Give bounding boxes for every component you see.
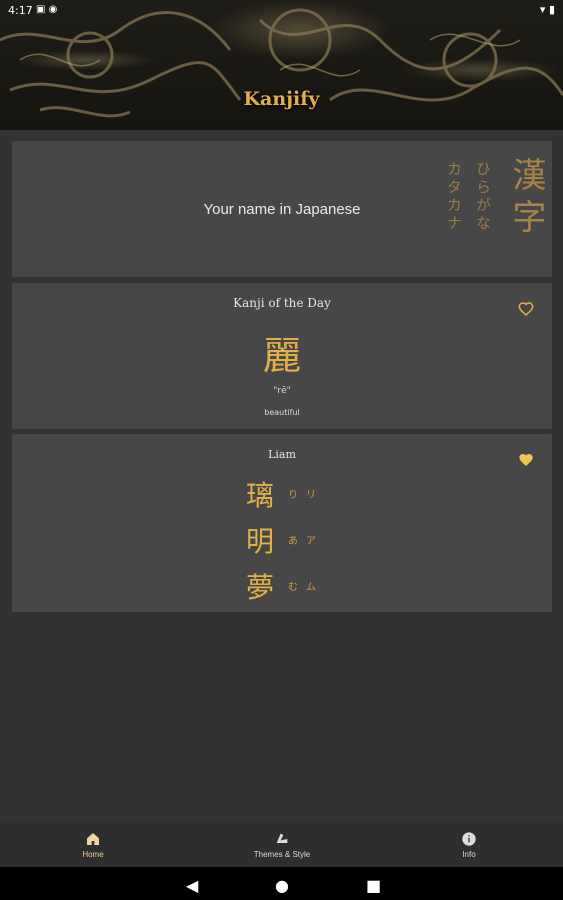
- name-in-japanese-label: Your name in Japanese: [203, 201, 361, 218]
- name-hiragana: あ: [288, 536, 298, 547]
- nav-home[interactable]: Home: [60, 822, 126, 867]
- nav-info[interactable]: Info: [446, 822, 492, 867]
- wifi-battery-icons: ▾ ▮: [539, 3, 555, 16]
- kanji-of-day-label: Kanji of the Day: [233, 296, 331, 310]
- name-kanji: 明: [246, 525, 275, 558]
- kanji-of-the-day-card[interactable]: Kanji of the Day 麗 "rē" beautiful: [12, 283, 552, 429]
- nav-info-label: Info: [462, 850, 476, 859]
- nav-themes[interactable]: Themes & Style: [240, 822, 324, 867]
- name-hiragana: む: [288, 582, 298, 593]
- status-bar: 4:17 ▣ ◉ ▾ ▮: [0, 0, 563, 22]
- name-in-japanese-card[interactable]: Your name in Japanese 漢字 ひらがな カタカナ: [12, 141, 552, 277]
- name-kanji-row: 明 あ ア: [246, 520, 366, 560]
- status-time: 4:17: [8, 4, 33, 17]
- name-kanji: 夢: [246, 571, 275, 604]
- name-hiragana: り: [288, 490, 298, 501]
- bottom-navigation: Home Themes & Style Info: [0, 822, 563, 867]
- kanji-reading: "rē": [273, 386, 291, 396]
- kanji-of-day-character: 麗: [262, 334, 301, 378]
- kanji-decoration: 漢字: [506, 157, 546, 241]
- header-artwork: 4:17 ▣ ◉ ▾ ▮ Kanjify: [0, 0, 563, 130]
- info-icon: [462, 832, 476, 846]
- kanji-meaning: beautiful: [264, 408, 300, 417]
- nav-home-label: Home: [82, 850, 104, 859]
- name-kanji-row: 璃 り リ: [246, 474, 366, 514]
- name-katakana: ム: [306, 582, 316, 593]
- name-katakana: リ: [306, 490, 316, 501]
- app-title: Kanjify: [243, 88, 320, 110]
- favorite-filled-icon[interactable]: [518, 452, 534, 468]
- recents-icon[interactable]: ■: [366, 876, 381, 895]
- system-navigation-bar: ◀ ● ■: [0, 867, 563, 900]
- nav-themes-label: Themes & Style: [253, 850, 311, 859]
- name-kanji-row: 夢 む ム: [246, 566, 366, 606]
- themes-icon: [276, 833, 288, 843]
- katakana-decoration: カタカナ: [445, 161, 463, 233]
- home-circle-icon[interactable]: ●: [275, 876, 289, 895]
- back-icon[interactable]: ◀: [186, 876, 198, 895]
- favorite-outline-icon[interactable]: [518, 301, 534, 317]
- notification-icons: ▣ ◉: [36, 4, 58, 15]
- hiragana-decoration: ひらがな: [474, 161, 492, 233]
- name-kanji: 璃: [246, 479, 275, 512]
- saved-name-card[interactable]: Liam 璃 り リ 明 あ ア 夢 む ム: [12, 434, 552, 612]
- home-icon: [87, 833, 99, 845]
- name-katakana: ア: [306, 536, 316, 547]
- saved-name-label: Liam: [268, 448, 296, 461]
